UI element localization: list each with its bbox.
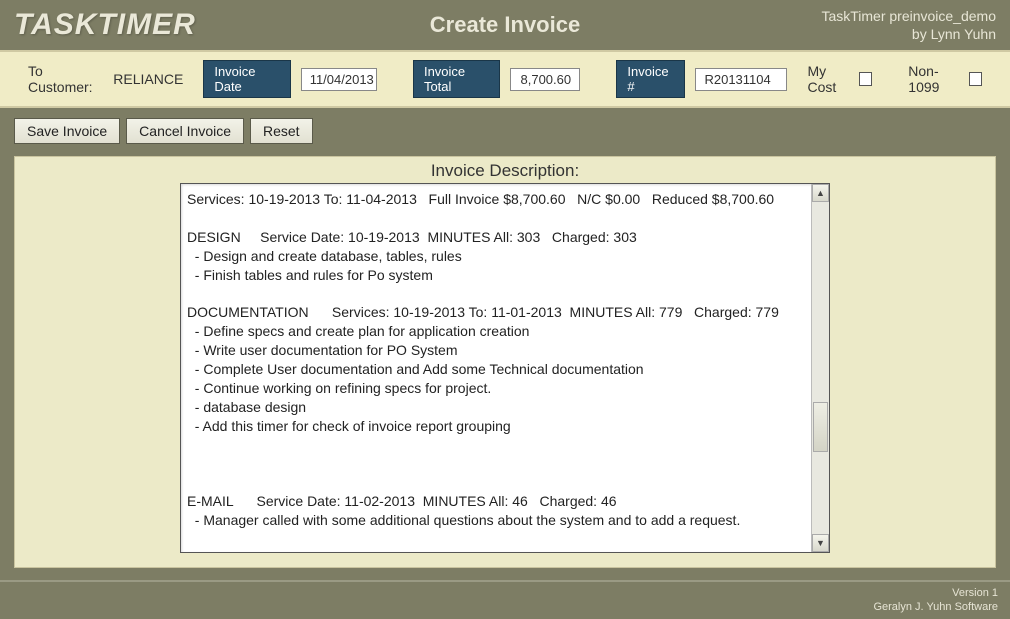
customer-value: RELIANCE bbox=[113, 71, 183, 87]
customer-label: To Customer: bbox=[28, 63, 103, 95]
save-button[interactable]: Save Invoice bbox=[14, 118, 120, 144]
scrollbar-thumb[interactable] bbox=[813, 402, 828, 452]
invoice-date-field[interactable]: 11/04/2013 bbox=[301, 68, 377, 91]
invoice-number-field[interactable]: R20131104 bbox=[695, 68, 787, 91]
mycost-checkbox[interactable] bbox=[859, 72, 872, 86]
cancel-button[interactable]: Cancel Invoice bbox=[126, 118, 244, 144]
header-subtitle: TaskTimer preinvoice_demo by Lynn Yuhn bbox=[821, 7, 996, 43]
footer-version: Version 1 bbox=[12, 586, 998, 600]
scrollbar-track[interactable] bbox=[812, 202, 829, 534]
content-area: Invoice Description: Services: 10-19-201… bbox=[0, 156, 1010, 580]
non1099-checkbox[interactable] bbox=[969, 72, 982, 86]
description-title: Invoice Description: bbox=[29, 161, 981, 181]
scroll-down-icon[interactable]: ▼ bbox=[812, 534, 829, 552]
mycost-checkbox-group[interactable]: My Cost bbox=[807, 63, 872, 95]
footer-credit: Geralyn J. Yuhn Software bbox=[12, 600, 998, 614]
non1099-label: Non-1099 bbox=[908, 63, 963, 95]
scroll-up-icon[interactable]: ▲ bbox=[812, 184, 829, 202]
app-title: TASKTIMER bbox=[14, 8, 196, 42]
non1099-checkbox-group[interactable]: Non-1099 bbox=[908, 63, 982, 95]
invoice-total-field[interactable]: 8,700.60 bbox=[510, 68, 580, 91]
scrollbar[interactable]: ▲ ▼ bbox=[811, 184, 829, 552]
subtitle-line-1: TaskTimer preinvoice_demo bbox=[821, 7, 996, 25]
description-card: Invoice Description: Services: 10-19-201… bbox=[14, 156, 996, 568]
info-bar: To Customer: RELIANCE Invoice Date 11/04… bbox=[0, 50, 1010, 108]
invoice-total-label: Invoice Total bbox=[413, 60, 500, 98]
invoice-number-label: Invoice # bbox=[616, 60, 685, 98]
invoice-date-label: Invoice Date bbox=[203, 60, 290, 98]
toolbar: Save Invoice Cancel Invoice Reset bbox=[0, 108, 1010, 156]
subtitle-line-2: by Lynn Yuhn bbox=[821, 25, 996, 43]
description-textarea[interactable]: Services: 10-19-2013 To: 11-04-2013 Full… bbox=[180, 183, 830, 553]
footer: Version 1 Geralyn J. Yuhn Software bbox=[0, 580, 1010, 619]
mycost-label: My Cost bbox=[807, 63, 853, 95]
reset-button[interactable]: Reset bbox=[250, 118, 313, 144]
description-text[interactable]: Services: 10-19-2013 To: 11-04-2013 Full… bbox=[187, 190, 805, 548]
app-header: TASKTIMER Create Invoice TaskTimer prein… bbox=[0, 0, 1010, 50]
